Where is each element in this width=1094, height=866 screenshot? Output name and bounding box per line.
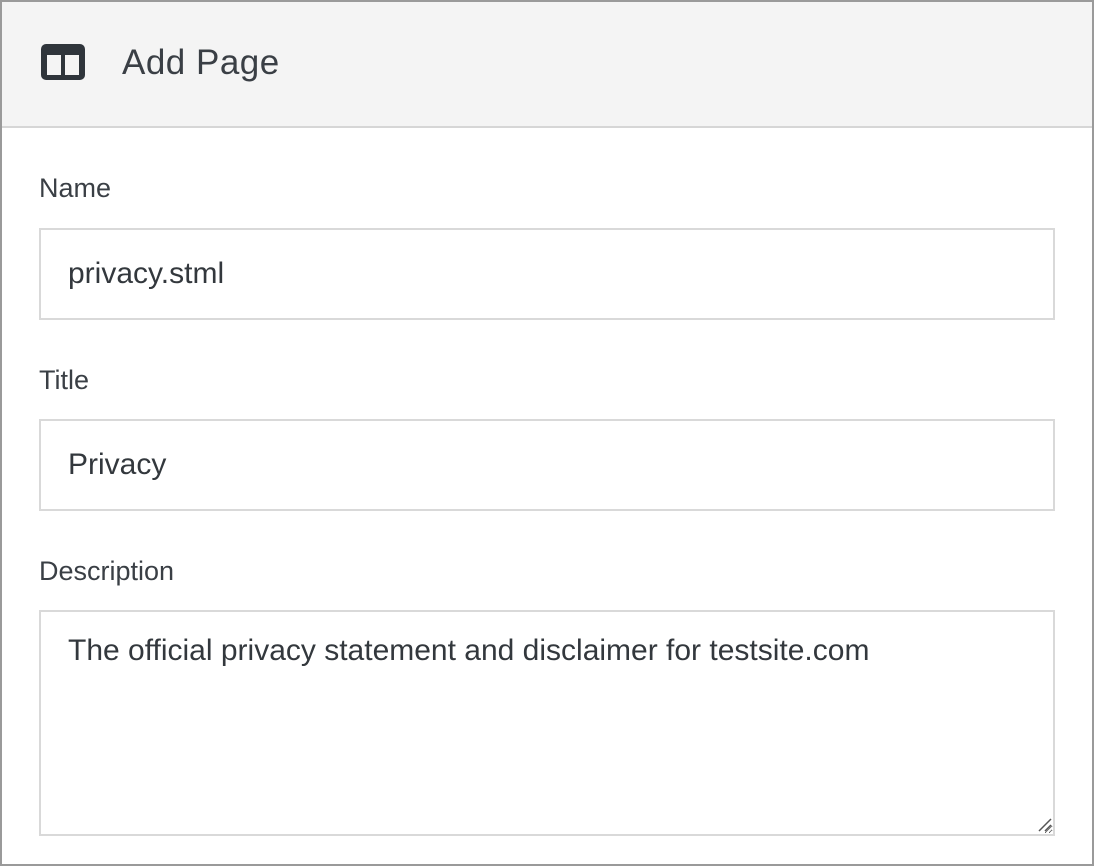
columns-icon bbox=[41, 44, 85, 80]
description-field[interactable]: The official privacy statement and discl… bbox=[39, 610, 1055, 836]
name-label: Name bbox=[39, 173, 112, 203]
add-page-panel: Add Page Name Title Description The offi… bbox=[0, 0, 1094, 866]
description-label: Description bbox=[39, 556, 175, 586]
page-title: Add Page bbox=[122, 43, 280, 82]
name-field[interactable] bbox=[39, 228, 1055, 320]
title-label: Title bbox=[39, 365, 90, 395]
title-field[interactable] bbox=[39, 419, 1055, 511]
panel-header: Add Page bbox=[2, 2, 1092, 128]
